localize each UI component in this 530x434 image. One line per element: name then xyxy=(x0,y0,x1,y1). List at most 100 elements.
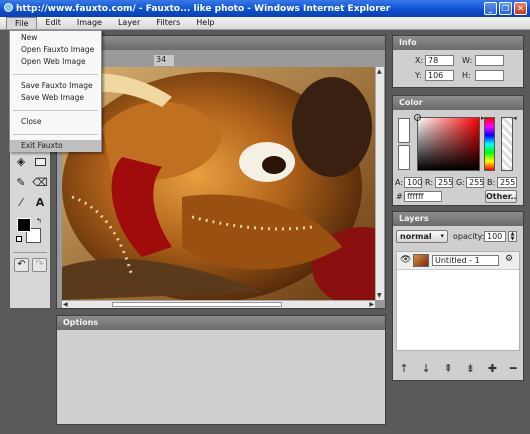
add-layer-icon[interactable]: ✚ xyxy=(488,362,497,375)
layer-list: 👁 Untitled - 1 ⚙ xyxy=(396,251,520,351)
x-field: 78 xyxy=(425,55,454,66)
swap-colors-icon[interactable]: ↰ xyxy=(36,217,42,225)
minimize-button[interactable]: _ xyxy=(484,2,497,15)
paint-bucket-icon[interactable]: ◈ xyxy=(13,154,29,170)
close-window-button[interactable]: ✕ xyxy=(514,2,527,15)
canvas-horizontal-scrollbar[interactable]: ◀ ▶ xyxy=(62,300,375,308)
menu-item-exit-fauxto[interactable]: Exit Fauxto xyxy=(10,140,101,152)
menu-item-save-fauxto-image[interactable]: Save Fauxto Image xyxy=(10,80,101,92)
eyedropper-icon[interactable]: ⁄ xyxy=(13,195,29,211)
scroll-up-arrow-icon[interactable]: ▲ xyxy=(377,68,382,75)
canvas-tab[interactable]: 34 xyxy=(154,55,174,66)
internet-explorer-icon xyxy=(4,3,13,12)
menu-edit[interactable]: Edit xyxy=(37,17,69,29)
canvas-image[interactable] xyxy=(62,67,375,300)
blue-label: B: xyxy=(487,178,496,187)
layer-thumbnail xyxy=(413,254,429,267)
rectangle-icon[interactable] xyxy=(32,154,48,170)
eraser-icon[interactable]: ⌫ xyxy=(32,175,48,191)
move-layer-bottom-icon[interactable]: ⇟ xyxy=(466,362,475,375)
scroll-right-arrow-icon[interactable]: ▶ xyxy=(369,301,374,308)
red-field[interactable]: 255 xyxy=(435,177,453,188)
move-layer-down-icon[interactable]: ↓ xyxy=(422,362,431,375)
canvas-window: 34 ▲ ▼ ◀ ▶ xyxy=(56,35,386,309)
other-color-button[interactable]: Other.. xyxy=(485,190,517,203)
alpha-label: A: xyxy=(395,178,404,187)
layer-row[interactable]: 👁 Untitled - 1 ⚙ xyxy=(397,252,519,270)
w-field xyxy=(475,55,504,66)
y-field: 106 xyxy=(425,70,454,81)
delete-layer-icon[interactable]: ━ xyxy=(510,362,517,375)
visibility-eye-icon[interactable]: 👁 xyxy=(400,255,411,265)
info-panel: Info X: 78 Y: 106 W: H: xyxy=(392,35,524,88)
restore-button[interactable]: ❐ xyxy=(499,2,512,15)
menu-separator xyxy=(13,74,98,75)
layer-properties-icon[interactable]: ⚙ xyxy=(505,254,513,264)
horizontal-scroll-thumb[interactable] xyxy=(112,302,282,307)
hue-slider-arrow-icon[interactable]: ▸ xyxy=(481,114,485,122)
blend-mode-value: normal xyxy=(400,232,432,241)
blue-field[interactable]: 255 xyxy=(497,177,517,188)
menu-bar: File Edit Image Layer Filters Help xyxy=(0,17,530,30)
green-field[interactable]: 255 xyxy=(466,177,484,188)
file-menu-dropdown: New Open Fauxto Image Open Web Image Sav… xyxy=(9,30,102,152)
layer-name-field[interactable]: Untitled - 1 xyxy=(432,255,499,266)
y-label: Y: xyxy=(415,71,422,80)
scroll-left-arrow-icon[interactable]: ◀ xyxy=(63,301,68,308)
brush-icon[interactable]: ✎ xyxy=(13,175,29,191)
previous-color-swatch xyxy=(398,145,410,170)
menu-item-open-fauxto-image[interactable]: Open Fauxto Image xyxy=(10,44,101,56)
x-label: X: xyxy=(415,56,424,65)
toolbox: ◈ ✎ ⌫ ⁄ A ↰ ↶ ↷ xyxy=(9,151,51,309)
w-label: W: xyxy=(462,56,473,65)
alpha-slider-arrow-icon[interactable]: ◂ xyxy=(513,114,517,122)
window-controls: _ ❐ ✕ xyxy=(484,2,527,15)
hue-slider[interactable] xyxy=(484,117,495,171)
mask-photo xyxy=(62,67,375,300)
opacity-label: opacity: xyxy=(453,232,485,241)
menu-item-save-web-image[interactable]: Save Web Image xyxy=(10,92,101,104)
menu-image[interactable]: Image xyxy=(69,17,110,29)
options-panel: Options xyxy=(56,315,386,425)
menu-file[interactable]: File xyxy=(6,17,38,29)
red-label: R: xyxy=(425,178,434,187)
scroll-down-arrow-icon[interactable]: ▼ xyxy=(377,292,382,299)
move-layer-up-icon[interactable]: ↑ xyxy=(399,362,408,375)
menu-item-new[interactable]: New xyxy=(10,32,101,44)
h-label: H: xyxy=(462,71,471,80)
green-label: G: xyxy=(456,178,465,187)
undo-icon[interactable]: ↶ xyxy=(14,258,29,272)
default-colors-icon[interactable] xyxy=(16,236,22,242)
window-title: http://www.fauxto.com/ - Fauxto... like … xyxy=(16,4,391,14)
chevron-down-icon: ▾ xyxy=(440,232,444,240)
hex-field[interactable]: ffffff xyxy=(404,191,442,202)
canvas-vertical-scrollbar[interactable]: ▲ ▼ xyxy=(375,67,384,300)
opacity-field[interactable]: 100 xyxy=(484,231,506,242)
menu-item-close[interactable]: Close xyxy=(10,116,101,128)
blend-mode-select[interactable]: normal ▾ xyxy=(396,230,448,243)
color-panel: Color ▸ ◂ A: 100 R: 255 G: 255 B: 255 #:… xyxy=(392,95,524,206)
menu-separator xyxy=(13,134,98,135)
alpha-slider[interactable] xyxy=(501,117,513,171)
options-panel-header: Options xyxy=(57,316,385,330)
move-layer-top-icon[interactable]: ⇞ xyxy=(444,362,453,375)
redo-icon[interactable]: ↷ xyxy=(32,258,47,272)
opacity-stepper[interactable]: ▲ ▼ xyxy=(508,231,517,242)
menu-item-open-web-image[interactable]: Open Web Image xyxy=(10,56,101,68)
current-color-swatch xyxy=(398,118,410,143)
h-field xyxy=(475,70,504,81)
foreground-color-swatch[interactable] xyxy=(17,218,31,232)
alpha-field[interactable]: 100 xyxy=(404,177,422,188)
window-titlebar: http://www.fauxto.com/ - Fauxto... like … xyxy=(0,0,530,17)
toolbox-divider xyxy=(13,252,47,253)
layer-actions-bar: ↑ ↓ ⇞ ⇟ ✚ ━ xyxy=(393,356,523,380)
menu-help[interactable]: Help xyxy=(188,17,222,29)
color-panel-header: Color xyxy=(393,96,523,110)
color-picker-cursor[interactable] xyxy=(414,114,421,121)
menu-layer[interactable]: Layer xyxy=(110,17,148,29)
layers-panel: Layers normal ▾ opacity: 100 ▲ ▼ 👁 Untitl… xyxy=(392,211,524,381)
layers-panel-header: Layers xyxy=(393,212,523,226)
saturation-value-picker[interactable] xyxy=(414,114,480,171)
text-tool-icon[interactable]: A xyxy=(32,195,48,211)
menu-filters[interactable]: Filters xyxy=(148,17,188,29)
